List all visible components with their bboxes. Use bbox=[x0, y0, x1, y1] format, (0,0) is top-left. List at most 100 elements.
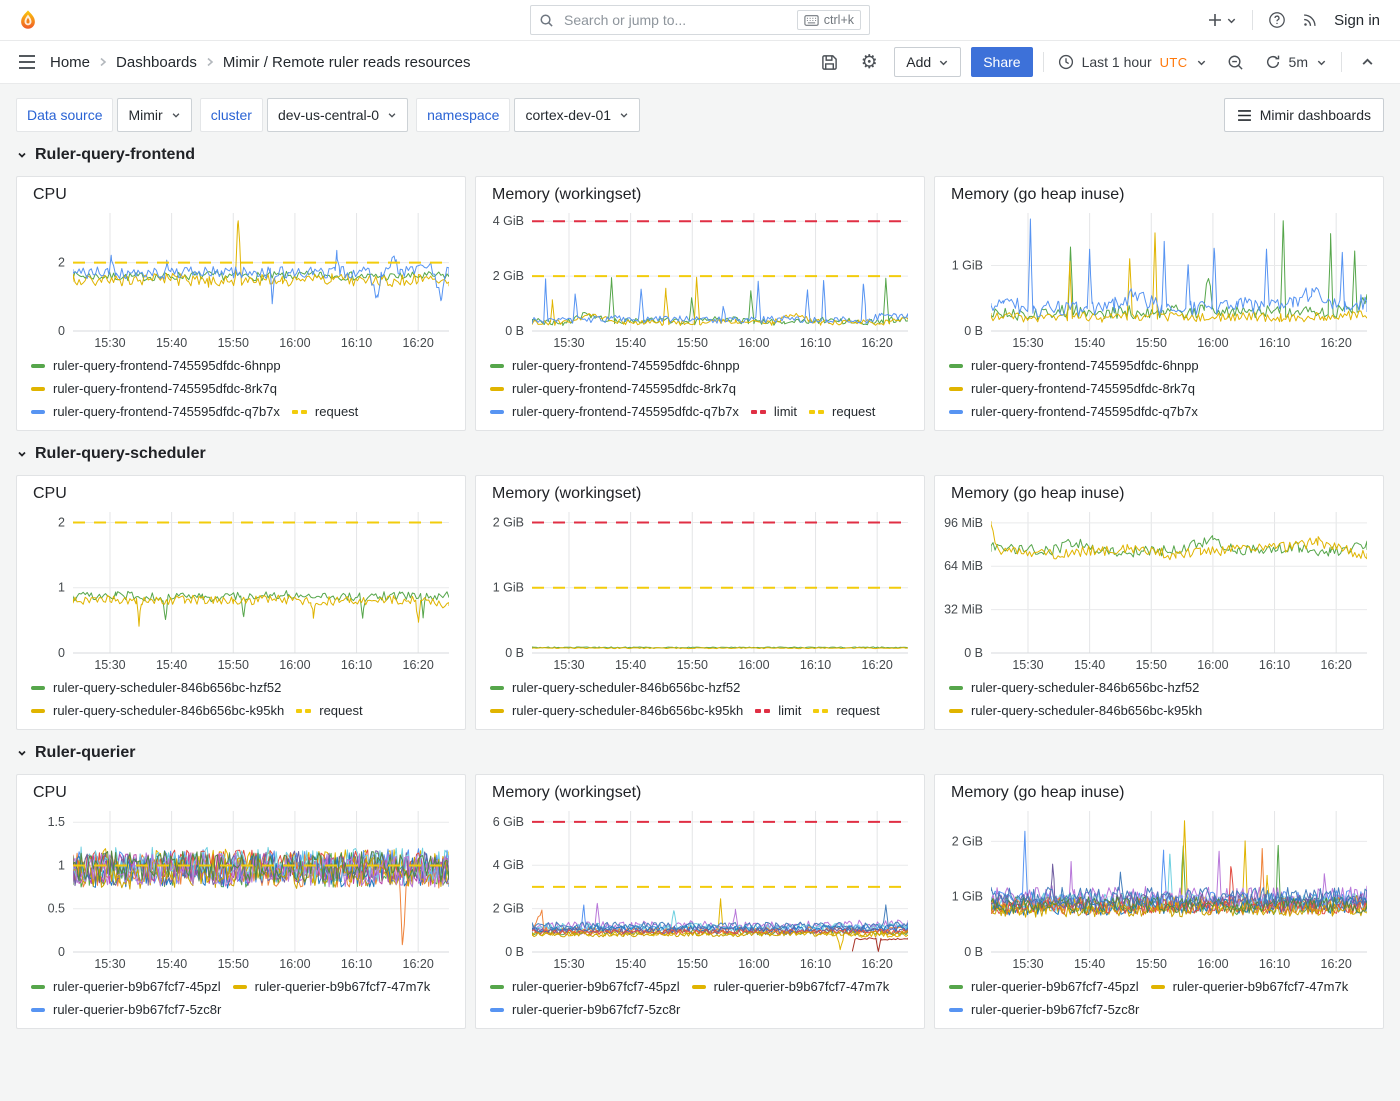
legend-item[interactable]: ruler-query-frontend-745595dfdc-6hnpp bbox=[31, 355, 281, 376]
datasource-select[interactable]: Mimir bbox=[117, 98, 191, 132]
chart[interactable]: 0 B1 GiB2 GiB15:3015:4015:5016:0016:1016… bbox=[482, 506, 916, 675]
svg-text:15:40: 15:40 bbox=[615, 957, 646, 971]
svg-text:15:30: 15:30 bbox=[94, 658, 125, 672]
legend-item[interactable]: ruler-query-frontend-745595dfdc-q7b7x bbox=[31, 401, 280, 422]
legend-item[interactable]: ruler-query-frontend-745595dfdc-6hnpp bbox=[490, 355, 740, 376]
chart[interactable]: 0 B1 GiB2 GiB15:3015:4015:5016:0016:1016… bbox=[941, 805, 1375, 974]
chart[interactable]: 0 B2 GiB4 GiB15:3015:4015:5016:0016:1016… bbox=[482, 207, 916, 353]
search-bar[interactable]: ctrl+k bbox=[530, 5, 870, 35]
panel-title[interactable]: Memory (workingset) bbox=[476, 775, 924, 803]
panel: Memory (workingset)0 B2 GiB4 GiB6 GiB15:… bbox=[475, 774, 925, 1029]
panel-title[interactable]: Memory (go heap inuse) bbox=[935, 476, 1383, 504]
zoom-out-time-button[interactable] bbox=[1221, 47, 1251, 77]
series-swatch bbox=[31, 985, 45, 989]
chart[interactable]: 0215:3015:4015:5016:0016:1016:20 bbox=[23, 207, 457, 353]
legend-item[interactable]: request bbox=[809, 401, 875, 422]
panel-title[interactable]: CPU bbox=[17, 177, 465, 205]
cluster-select[interactable]: dev-us-central-0 bbox=[267, 98, 408, 132]
breadcrumb-home[interactable]: Home bbox=[50, 54, 90, 71]
series-label: ruler-query-frontend-745595dfdc-8rk7q bbox=[512, 381, 736, 396]
panel-title[interactable]: Memory (workingset) bbox=[476, 177, 924, 205]
legend-item[interactable]: ruler-query-scheduler-846b656bc-hzf52 bbox=[490, 677, 740, 698]
legend-item[interactable]: limit bbox=[755, 700, 801, 721]
refresh-picker[interactable]: 5m bbox=[1261, 54, 1331, 70]
chart[interactable]: 0 B2 GiB4 GiB6 GiB15:3015:4015:5016:0016… bbox=[482, 805, 916, 974]
svg-text:16:10: 16:10 bbox=[1259, 658, 1290, 672]
dashboard-settings-button[interactable]: ⚙ bbox=[854, 47, 884, 77]
legend-item[interactable]: limit bbox=[751, 401, 797, 422]
svg-text:15:50: 15:50 bbox=[1136, 957, 1167, 971]
legend-item[interactable]: ruler-query-frontend-745595dfdc-8rk7q bbox=[949, 378, 1195, 399]
svg-text:16:20: 16:20 bbox=[403, 658, 434, 672]
legend-item[interactable]: ruler-querier-b9b67fcf7-5zc8r bbox=[490, 999, 680, 1020]
legend-item[interactable]: ruler-querier-b9b67fcf7-45pzl bbox=[31, 976, 221, 997]
sign-in-link[interactable]: Sign in bbox=[1334, 12, 1380, 29]
svg-text:16:10: 16:10 bbox=[800, 658, 831, 672]
legend-item[interactable]: ruler-querier-b9b67fcf7-47m7k bbox=[233, 976, 431, 997]
chart[interactable]: 0 B32 MiB64 MiB96 MiB15:3015:4015:5016:0… bbox=[941, 506, 1375, 675]
legend-item[interactable]: ruler-query-scheduler-846b656bc-k95kh bbox=[490, 700, 743, 721]
mega-menu-toggle[interactable] bbox=[18, 55, 36, 69]
news-icon[interactable] bbox=[1301, 11, 1319, 29]
legend-item[interactable]: ruler-querier-b9b67fcf7-5zc8r bbox=[31, 999, 221, 1020]
panel-title[interactable]: Memory (workingset) bbox=[476, 476, 924, 504]
namespace-select[interactable]: cortex-dev-01 bbox=[514, 98, 640, 132]
share-button[interactable]: Share bbox=[971, 47, 1032, 77]
add-panel-button[interactable]: Add bbox=[894, 47, 961, 77]
save-dashboard-button[interactable] bbox=[814, 47, 844, 77]
chart[interactable]: 0 B1 GiB15:3015:4015:5016:0016:1016:20 bbox=[941, 207, 1375, 353]
legend-item[interactable]: ruler-querier-b9b67fcf7-47m7k bbox=[1151, 976, 1349, 997]
legend-item[interactable]: ruler-query-scheduler-846b656bc-k95kh bbox=[949, 700, 1202, 721]
series-label: ruler-querier-b9b67fcf7-47m7k bbox=[714, 979, 890, 994]
time-series-svg: 0 B32 MiB64 MiB96 MiB15:3015:4015:5016:0… bbox=[941, 506, 1375, 675]
svg-text:16:00: 16:00 bbox=[1197, 336, 1228, 350]
legend-item[interactable]: ruler-query-frontend-745595dfdc-q7b7x bbox=[490, 401, 739, 422]
legend-item[interactable]: ruler-query-frontend-745595dfdc-8rk7q bbox=[31, 378, 277, 399]
svg-text:15:50: 15:50 bbox=[677, 658, 708, 672]
series-label: ruler-querier-b9b67fcf7-5zc8r bbox=[971, 1002, 1139, 1017]
time-series-svg: 01215:3015:4015:5016:0016:1016:20 bbox=[23, 506, 457, 675]
svg-text:15:40: 15:40 bbox=[156, 336, 187, 350]
grafana-logo[interactable] bbox=[0, 9, 56, 31]
legend-item[interactable]: ruler-querier-b9b67fcf7-45pzl bbox=[949, 976, 1139, 997]
series-swatch bbox=[949, 709, 963, 713]
legend: ruler-query-scheduler-846b656bc-hzf52rul… bbox=[935, 675, 1383, 729]
panel-title[interactable]: CPU bbox=[17, 476, 465, 504]
svg-text:0 B: 0 B bbox=[964, 646, 983, 660]
panel-title[interactable]: Memory (go heap inuse) bbox=[935, 775, 1383, 803]
time-range-picker[interactable]: Last 1 hour UTC bbox=[1054, 54, 1211, 70]
svg-text:16:20: 16:20 bbox=[403, 336, 434, 350]
section-header[interactable]: Ruler-query-frontend bbox=[16, 146, 1384, 164]
chevron-down-icon bbox=[16, 149, 28, 161]
legend-item[interactable]: ruler-querier-b9b67fcf7-5zc8r bbox=[949, 999, 1139, 1020]
series-swatch bbox=[692, 985, 706, 989]
legend-item[interactable]: ruler-query-frontend-745595dfdc-q7b7x bbox=[949, 401, 1198, 422]
legend-item[interactable]: ruler-querier-b9b67fcf7-47m7k bbox=[692, 976, 890, 997]
legend-item[interactable]: request bbox=[813, 700, 879, 721]
legend: ruler-query-frontend-745595dfdc-6hnpprul… bbox=[17, 353, 465, 430]
search-input[interactable] bbox=[562, 11, 789, 29]
mimir-dashboards-button[interactable]: Mimir dashboards bbox=[1224, 98, 1384, 132]
series-swatch bbox=[949, 387, 963, 391]
legend-item[interactable]: request bbox=[292, 401, 358, 422]
legend-item[interactable]: ruler-query-scheduler-846b656bc-k95kh bbox=[31, 700, 284, 721]
panel-title[interactable]: Memory (go heap inuse) bbox=[935, 177, 1383, 205]
legend-item[interactable]: ruler-query-scheduler-846b656bc-hzf52 bbox=[31, 677, 281, 698]
legend-item[interactable]: ruler-query-frontend-745595dfdc-6hnpp bbox=[949, 355, 1199, 376]
panel-title[interactable]: CPU bbox=[17, 775, 465, 803]
chart[interactable]: 00.511.515:3015:4015:5016:0016:1016:20 bbox=[23, 805, 457, 974]
svg-text:1: 1 bbox=[58, 858, 65, 872]
help-icon[interactable] bbox=[1268, 11, 1286, 29]
legend-item[interactable]: ruler-querier-b9b67fcf7-45pzl bbox=[490, 976, 680, 997]
chart[interactable]: 01215:3015:4015:5016:0016:1016:20 bbox=[23, 506, 457, 675]
svg-text:15:50: 15:50 bbox=[218, 957, 249, 971]
section-header[interactable]: Ruler-query-scheduler bbox=[16, 445, 1384, 463]
legend-item[interactable]: ruler-query-frontend-745595dfdc-8rk7q bbox=[490, 378, 736, 399]
section-header[interactable]: Ruler-querier bbox=[16, 744, 1384, 762]
new-menu-button[interactable] bbox=[1207, 12, 1237, 28]
breadcrumb-dashboards[interactable]: Dashboards bbox=[116, 54, 197, 71]
collapse-controls-button[interactable] bbox=[1352, 47, 1382, 77]
legend-item[interactable]: ruler-query-scheduler-846b656bc-hzf52 bbox=[949, 677, 1199, 698]
series-swatch bbox=[31, 709, 45, 713]
legend-item[interactable]: request bbox=[296, 700, 362, 721]
